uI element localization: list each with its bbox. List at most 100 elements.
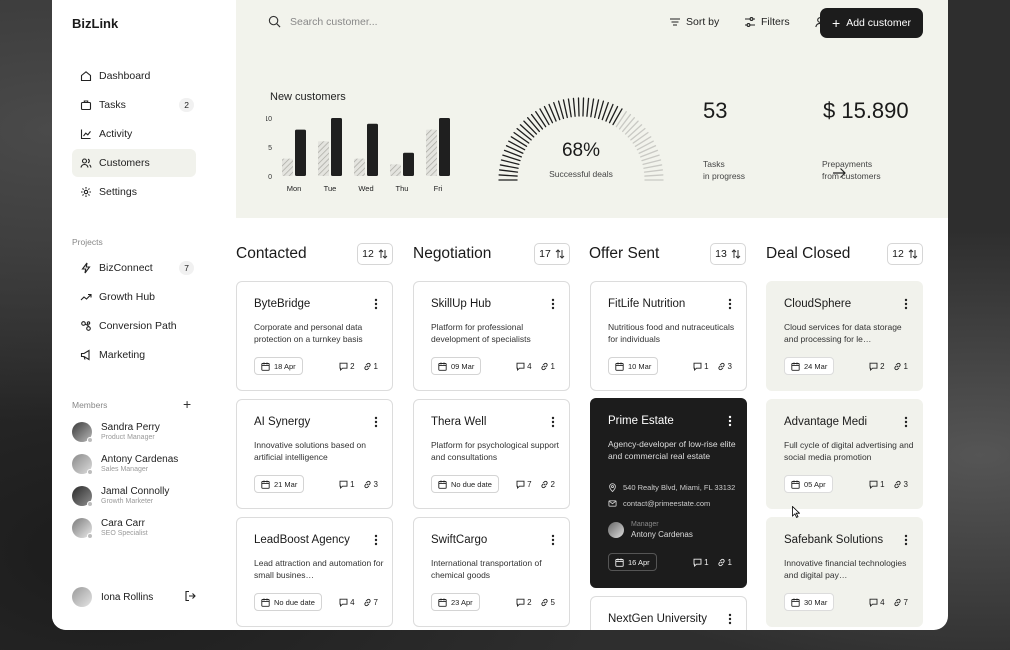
customer-card[interactable]: FitLife Nutrition Nutritious food and nu… [590, 281, 747, 391]
card-meta: 2 5 [516, 598, 555, 607]
filters-button[interactable]: Filters [744, 16, 790, 28]
card-meta: 1 3 [339, 480, 378, 489]
app-window: BizLink Dashboard Tasks 2 Activity Custo… [52, 0, 948, 630]
x-tick-label: Thu [396, 184, 409, 193]
gauge-tick [516, 127, 532, 141]
card-description: Agency-developer of low-rise elite and c… [608, 439, 736, 461]
nav-label: Settings [99, 186, 137, 198]
card-description: Innovative financial technologies and di… [784, 558, 907, 580]
comments-count: 1 [693, 558, 709, 567]
more-options-icon[interactable] [904, 416, 908, 428]
nav-item-dashboard[interactable]: Dashboard [72, 62, 196, 90]
column-title-negotiation: Negotiation [413, 245, 492, 262]
card-meta: 1 3 [869, 480, 908, 489]
due-date-badge[interactable]: 16 Apr [608, 553, 657, 571]
due-date-badge[interactable]: 30 Mar [784, 593, 835, 611]
customer-card[interactable]: NextGen University [590, 596, 747, 630]
add-member-button[interactable]: + [183, 396, 191, 412]
x-tick-label: Mon [287, 184, 302, 193]
member-role: Growth Marketer [101, 497, 154, 505]
comments-count: 7 [516, 480, 532, 489]
more-options-icon[interactable] [551, 534, 555, 546]
customer-card[interactable]: Advantage Medi Full cycle of digital adv… [766, 399, 923, 509]
more-options-icon[interactable] [374, 416, 378, 428]
project-item-growth-hub[interactable]: Growth Hub [72, 283, 196, 311]
gauge-tick [612, 108, 623, 126]
chart-title: New customers [270, 91, 346, 103]
tasks-stat-value: 53 [703, 98, 728, 123]
nav-item-tasks[interactable]: Tasks 2 [72, 91, 196, 119]
customer-card[interactable]: LeadBoost Agency Lead attraction and aut… [236, 517, 393, 627]
links-count: 1 [717, 558, 732, 567]
card-email[interactable]: contact@primeestate.com [608, 499, 710, 508]
customer-card[interactable]: Prime Estate Agency-developer of low-ris… [590, 398, 747, 588]
member-item[interactable]: Cara Carr SEO Specialist [72, 514, 212, 542]
links-count: 2 [540, 480, 555, 489]
more-options-icon[interactable] [374, 298, 378, 310]
member-item[interactable]: Sandra Perry Product Manager [72, 418, 212, 446]
project-label: Growth Hub [99, 291, 156, 303]
links-count: 7 [893, 598, 908, 607]
project-item-marketing[interactable]: Marketing [72, 341, 196, 369]
project-item-conversion-path[interactable]: Conversion Path [72, 312, 196, 340]
more-options-icon[interactable] [904, 298, 908, 310]
column-count-sort-button[interactable]: 17 [534, 243, 570, 265]
member-role: SEO Specialist [101, 529, 148, 537]
y-tick-label: 0 [268, 174, 272, 181]
customer-card[interactable]: AI Synergy Innovative solutions based on… [236, 399, 393, 509]
customer-card[interactable]: CloudSphere Cloud services for data stor… [766, 281, 923, 391]
due-date-badge[interactable]: No due date [431, 475, 499, 493]
nav-item-customers[interactable]: Customers [72, 149, 196, 177]
due-date-badge[interactable]: 24 Mar [784, 357, 835, 375]
avatar [72, 486, 93, 507]
due-date-badge[interactable]: 10 Mar [608, 357, 659, 375]
project-item-bizconnect[interactable]: BizConnect 7 [72, 254, 196, 282]
add-customer-button[interactable]: + Add customer [820, 8, 923, 38]
card-title: LeadBoost Agency [254, 534, 350, 546]
due-date-badge[interactable]: 21 Mar [254, 475, 305, 493]
member-item[interactable]: Antony Cardenas Sales Manager [72, 450, 212, 478]
member-item[interactable]: Jamal Connolly Growth Marketer [72, 482, 212, 510]
current-user[interactable]: Iona Rollins [72, 585, 196, 609]
due-date-badge[interactable]: 05 Apr [784, 475, 833, 493]
due-date-badge[interactable]: 18 Apr [254, 357, 303, 375]
card-title: Advantage Medi [784, 416, 868, 428]
avatar [72, 518, 93, 539]
path-icon [80, 320, 92, 332]
more-options-icon[interactable] [374, 534, 378, 546]
link-icon [363, 598, 371, 607]
chart-bar [318, 141, 329, 176]
comment-icon [516, 480, 525, 489]
nav-item-settings[interactable]: Settings [72, 178, 196, 206]
more-options-icon[interactable] [728, 415, 732, 427]
due-date-badge[interactable]: No due date [254, 593, 322, 611]
sort-button[interactable]: Sort by [669, 16, 719, 28]
customer-card[interactable]: ByteBridge Corporate and personal data p… [236, 281, 393, 391]
column-count-sort-button[interactable]: 12 [357, 243, 393, 265]
nav-label: Dashboard [99, 70, 151, 82]
customer-card[interactable]: SwiftCargo International transportation … [413, 517, 570, 627]
tasks-stat-label: Tasks in progress [703, 159, 746, 181]
customer-card[interactable]: Safebank Solutions Innovative financial … [766, 517, 923, 627]
users-icon [80, 157, 92, 169]
card-description: Platform for professional development of… [431, 322, 531, 344]
due-date-badge[interactable]: 09 Mar [431, 357, 482, 375]
more-options-icon[interactable] [904, 534, 908, 546]
customer-card[interactable]: Thera Well Platform for psychological su… [413, 399, 570, 509]
due-date-badge[interactable]: 23 Apr [431, 593, 480, 611]
gauge-tick [594, 99, 600, 119]
sort-arrows-icon [908, 249, 918, 259]
comment-icon [516, 598, 525, 607]
sort-arrows-icon [731, 249, 741, 259]
column-count-sort-button[interactable]: 12 [887, 243, 923, 265]
more-options-icon[interactable] [551, 298, 555, 310]
column-count-sort-button[interactable]: 13 [710, 243, 746, 265]
search-input[interactable]: Search customer... [268, 15, 378, 28]
customer-card[interactable]: SkillUp Hub Platform for professional de… [413, 281, 570, 391]
logout-icon[interactable] [184, 590, 196, 602]
nav-item-activity[interactable]: Activity [72, 120, 196, 148]
more-options-icon[interactable] [728, 298, 732, 310]
mouse-cursor [792, 506, 800, 518]
more-options-icon[interactable] [551, 416, 555, 428]
more-options-icon[interactable] [728, 613, 732, 625]
